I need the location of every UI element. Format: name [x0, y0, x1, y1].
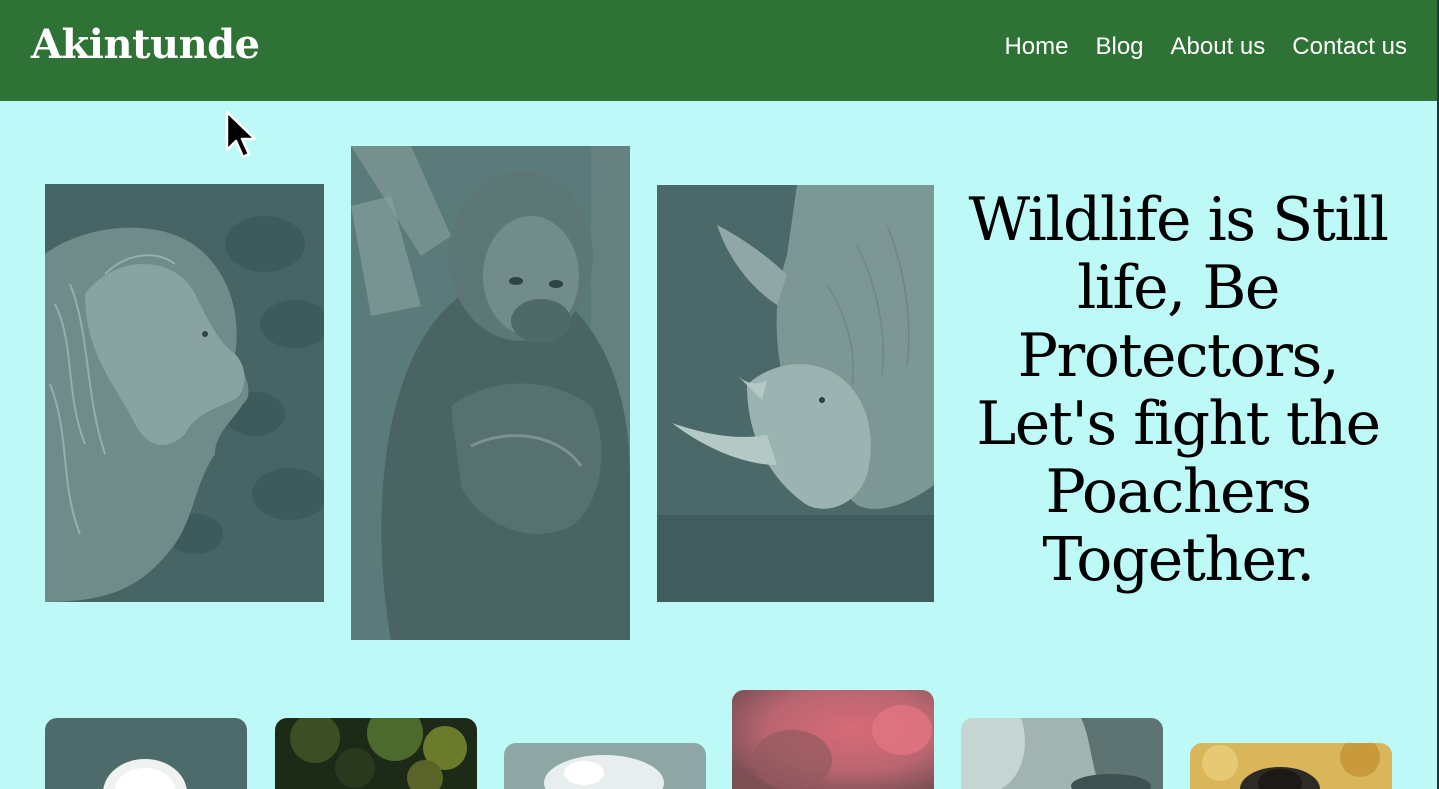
nav-link-contact-us[interactable]: Contact us	[1292, 30, 1407, 64]
eagle-thumbnail[interactable]	[45, 718, 247, 789]
site-logo[interactable]: Akintunde	[31, 20, 260, 70]
rhino-photo	[657, 185, 934, 602]
sheep-thumbnail[interactable]	[504, 743, 706, 789]
top-navigation-bar: Akintunde Home Blog About us Contact us	[0, 0, 1439, 101]
monkey-thumbnail[interactable]	[1190, 743, 1392, 789]
elephant-thumbnail[interactable]	[961, 718, 1163, 789]
nav-link-about-us[interactable]: About us	[1171, 30, 1266, 64]
page: Akintunde Home Blog About us Contact us	[0, 0, 1439, 789]
nav-link-blog[interactable]: Blog	[1095, 30, 1143, 64]
lion-photo	[45, 184, 324, 602]
mouse-cursor-icon	[225, 110, 257, 159]
hero-tagline: Wildlife is Still life, Be Protectors, L…	[968, 185, 1389, 595]
main-nav: Home Blog About us Contact us	[1004, 30, 1407, 64]
nav-link-home[interactable]: Home	[1004, 30, 1068, 64]
flamingo-thumbnail[interactable]	[732, 690, 934, 789]
forest-thumbnail[interactable]	[275, 718, 477, 789]
gorilla-photo	[351, 146, 630, 640]
